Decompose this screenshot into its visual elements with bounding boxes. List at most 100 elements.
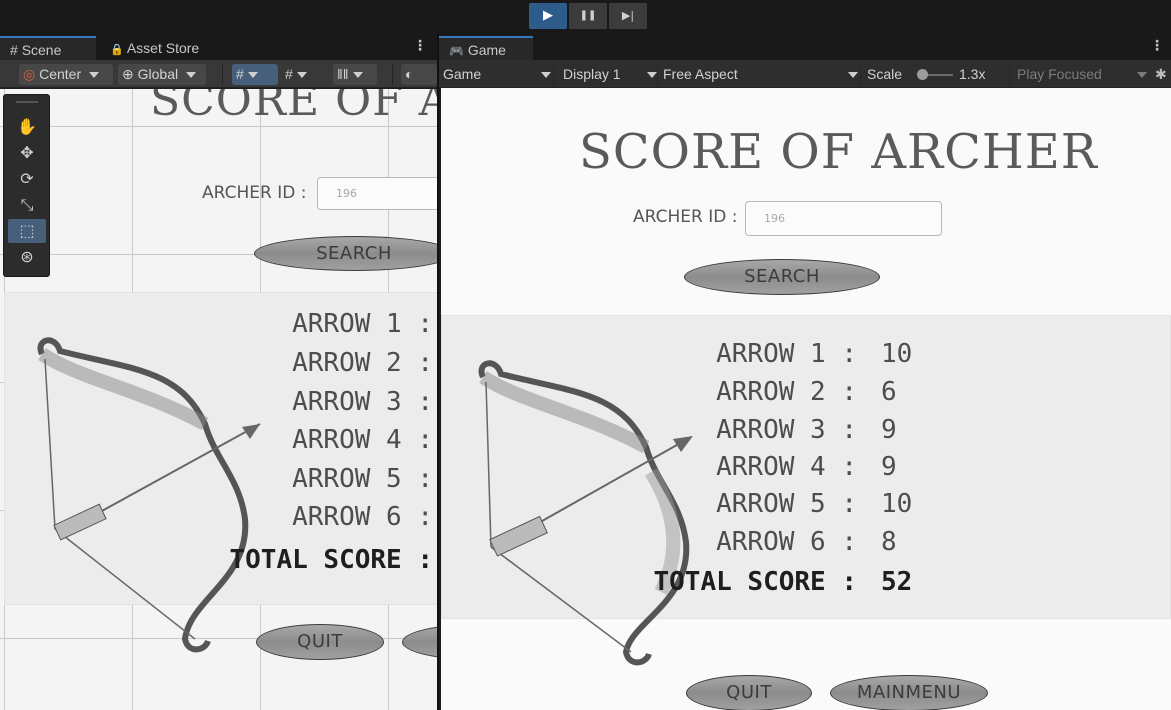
game-tabbar: 🎮 Game ⋮ bbox=[439, 34, 1171, 60]
scene-row-label: ARROW 5 : bbox=[292, 464, 433, 494]
divider bbox=[657, 64, 658, 85]
arrow-3-value: 9 bbox=[881, 415, 897, 445]
arrow-1-value: 10 bbox=[881, 339, 913, 369]
tab-game[interactable]: 🎮 Game bbox=[439, 36, 533, 60]
scene-archer-id-label: ARCHER ID : bbox=[202, 183, 307, 203]
tab-game-label: Game bbox=[467, 42, 506, 58]
pause-button[interactable]: ❚❚ bbox=[569, 3, 607, 29]
aspect-label: Free Aspect bbox=[663, 66, 738, 82]
transform-tool-icon[interactable]: ⊛ bbox=[8, 245, 46, 269]
bag-icon: 🔒 bbox=[110, 44, 124, 56]
scene-row-label: ARROW 4 : bbox=[292, 425, 433, 455]
arrow-5-value: 10 bbox=[881, 489, 913, 519]
play-toolbar: ▶ ❚❚ ▶| bbox=[0, 0, 1171, 34]
archer-id-input[interactable]: 196 bbox=[745, 201, 942, 236]
scale-value: 1.3x bbox=[959, 66, 986, 82]
scale-tool-icon[interactable]: ⤡ bbox=[8, 193, 46, 217]
tab-scene[interactable]: # Scene bbox=[0, 36, 96, 60]
game-mode-label: Game bbox=[443, 66, 482, 82]
scene-row-label: ARROW 2 : bbox=[292, 348, 433, 378]
grid-visibility-button[interactable]: ‖‖ bbox=[333, 64, 377, 85]
gamepad-icon: 🎮 bbox=[449, 44, 464, 58]
divider bbox=[1009, 64, 1010, 85]
main-menu-button[interactable]: MAINMENU bbox=[830, 675, 988, 710]
quit-button[interactable]: QUIT bbox=[686, 675, 812, 710]
drag-handle[interactable] bbox=[16, 101, 38, 103]
chevron-down-icon bbox=[352, 72, 363, 79]
increment-snap-button[interactable]: # bbox=[285, 64, 329, 85]
game-title: SCORE OF ARCHER bbox=[579, 124, 1098, 180]
scene-tabbar: # Scene 🔒 Asset Store ⋮ bbox=[0, 34, 437, 60]
tab-asset-store-label: Asset Store bbox=[126, 40, 200, 56]
chevron-down-icon bbox=[541, 72, 551, 78]
divider bbox=[553, 64, 554, 85]
sphere-icon: ◐ bbox=[405, 66, 414, 82]
draw-mode-button[interactable]: ◐ bbox=[401, 64, 437, 85]
scene-viewport[interactable]: SCORE OF ARCHER ARCHER ID : 196 SEARCH A… bbox=[0, 89, 437, 710]
rotate-tool-icon[interactable]: ⟳ bbox=[8, 167, 46, 191]
unity-editor: ▶ ❚❚ ▶| # Scene 🔒 Asset Store ⋮ ◎ Center… bbox=[0, 0, 1171, 710]
pivot-dropdown[interactable]: ◎ Center bbox=[19, 64, 113, 85]
pivot-icon: ◎ bbox=[23, 66, 36, 82]
chevron-down-icon bbox=[848, 72, 858, 78]
divider bbox=[860, 64, 861, 85]
scene-menu-icon[interactable]: ⋮ bbox=[413, 37, 427, 55]
scene-panel: # Scene 🔒 Asset Store ⋮ ◎ Center ⊕ Globa… bbox=[0, 34, 437, 710]
scene-quit-button: QUIT bbox=[256, 624, 384, 660]
scene-search-button: SEARCH bbox=[254, 236, 437, 271]
arrow-2-value: 6 bbox=[881, 377, 897, 407]
game-toolbar: Game Display 1 Free Aspect Scale 1.3x Pl… bbox=[439, 60, 1171, 88]
play-focused-label: Play Focused bbox=[1017, 66, 1102, 82]
hand-tool-icon[interactable]: ✋ bbox=[8, 115, 46, 139]
scene-title: SCORE OF ARCHER bbox=[150, 89, 437, 126]
scene-row-label: ARROW 6 : bbox=[292, 502, 433, 532]
chevron-down-icon bbox=[89, 72, 100, 79]
snap-icon: # bbox=[285, 66, 293, 82]
pivot-label: Center bbox=[39, 66, 82, 82]
divider bbox=[222, 64, 223, 85]
game-panel: 🎮 Game ⋮ Game Display 1 Free Aspect Scal… bbox=[437, 34, 1171, 710]
scene-tool-palette: ✋ ✥ ⟳ ⤡ ⬚ ⊛ bbox=[3, 94, 50, 277]
display-label: Display 1 bbox=[563, 66, 621, 82]
arrow-4-value: 9 bbox=[881, 452, 897, 482]
space-label: Global bbox=[137, 66, 179, 82]
total-score-label: TOTAL SCORE : bbox=[653, 567, 858, 597]
tab-asset-store[interactable]: 🔒 Asset Store bbox=[100, 36, 220, 60]
grid-snap-icon: # bbox=[236, 66, 244, 82]
arrow-3-label: ARROW 3 : bbox=[716, 415, 857, 445]
scene-bow-illustration bbox=[37, 337, 261, 653]
chevron-down-icon bbox=[647, 72, 657, 78]
search-button[interactable]: SEARCH bbox=[684, 259, 880, 295]
display-dropdown[interactable]: Display 1 bbox=[563, 64, 657, 85]
scene-archer-id-field: 196 bbox=[317, 177, 437, 210]
tab-scene-label: Scene bbox=[21, 42, 62, 58]
grid-snap-button[interactable]: # bbox=[232, 64, 278, 85]
scale-label: Scale bbox=[867, 66, 903, 82]
rect-tool-icon[interactable]: ⬚ bbox=[8, 219, 46, 243]
arrow-2-label: ARROW 2 : bbox=[716, 377, 857, 407]
space-dropdown[interactable]: ⊕ Global bbox=[118, 64, 206, 85]
game-mode-dropdown[interactable]: Game bbox=[443, 64, 551, 85]
divider bbox=[392, 64, 393, 85]
globe-icon: ⊕ bbox=[122, 66, 134, 82]
scene-mainmenu-button bbox=[402, 624, 437, 660]
scene-row-label: ARROW 1 : bbox=[292, 309, 433, 339]
arrow-6-value: 8 bbox=[881, 527, 897, 557]
grid-icon: # bbox=[10, 42, 18, 58]
play-button[interactable]: ▶ bbox=[529, 3, 567, 29]
arrow-5-label: ARROW 5 : bbox=[716, 489, 857, 519]
arrow-1-label: ARROW 1 : bbox=[716, 339, 857, 369]
scale-slider-handle[interactable] bbox=[917, 69, 928, 80]
bow-illustration bbox=[478, 360, 693, 666]
arrow-6-label: ARROW 6 : bbox=[716, 527, 857, 557]
grid-lines-icon: ‖‖ bbox=[337, 66, 349, 82]
scene-total-label: TOTAL SCORE : bbox=[229, 545, 434, 575]
bug-icon[interactable]: ✱ bbox=[1155, 64, 1171, 85]
play-focused-dropdown[interactable]: Play Focused bbox=[1017, 64, 1147, 85]
game-menu-icon[interactable]: ⋮ bbox=[1150, 37, 1164, 55]
aspect-dropdown[interactable]: Free Aspect bbox=[663, 64, 858, 85]
move-tool-icon[interactable]: ✥ bbox=[8, 141, 46, 165]
scene-row-label: ARROW 3 : bbox=[292, 387, 433, 417]
game-viewport: SCORE OF ARCHER ARCHER ID : 196 SEARCH A… bbox=[441, 88, 1171, 710]
step-button[interactable]: ▶| bbox=[609, 3, 647, 29]
